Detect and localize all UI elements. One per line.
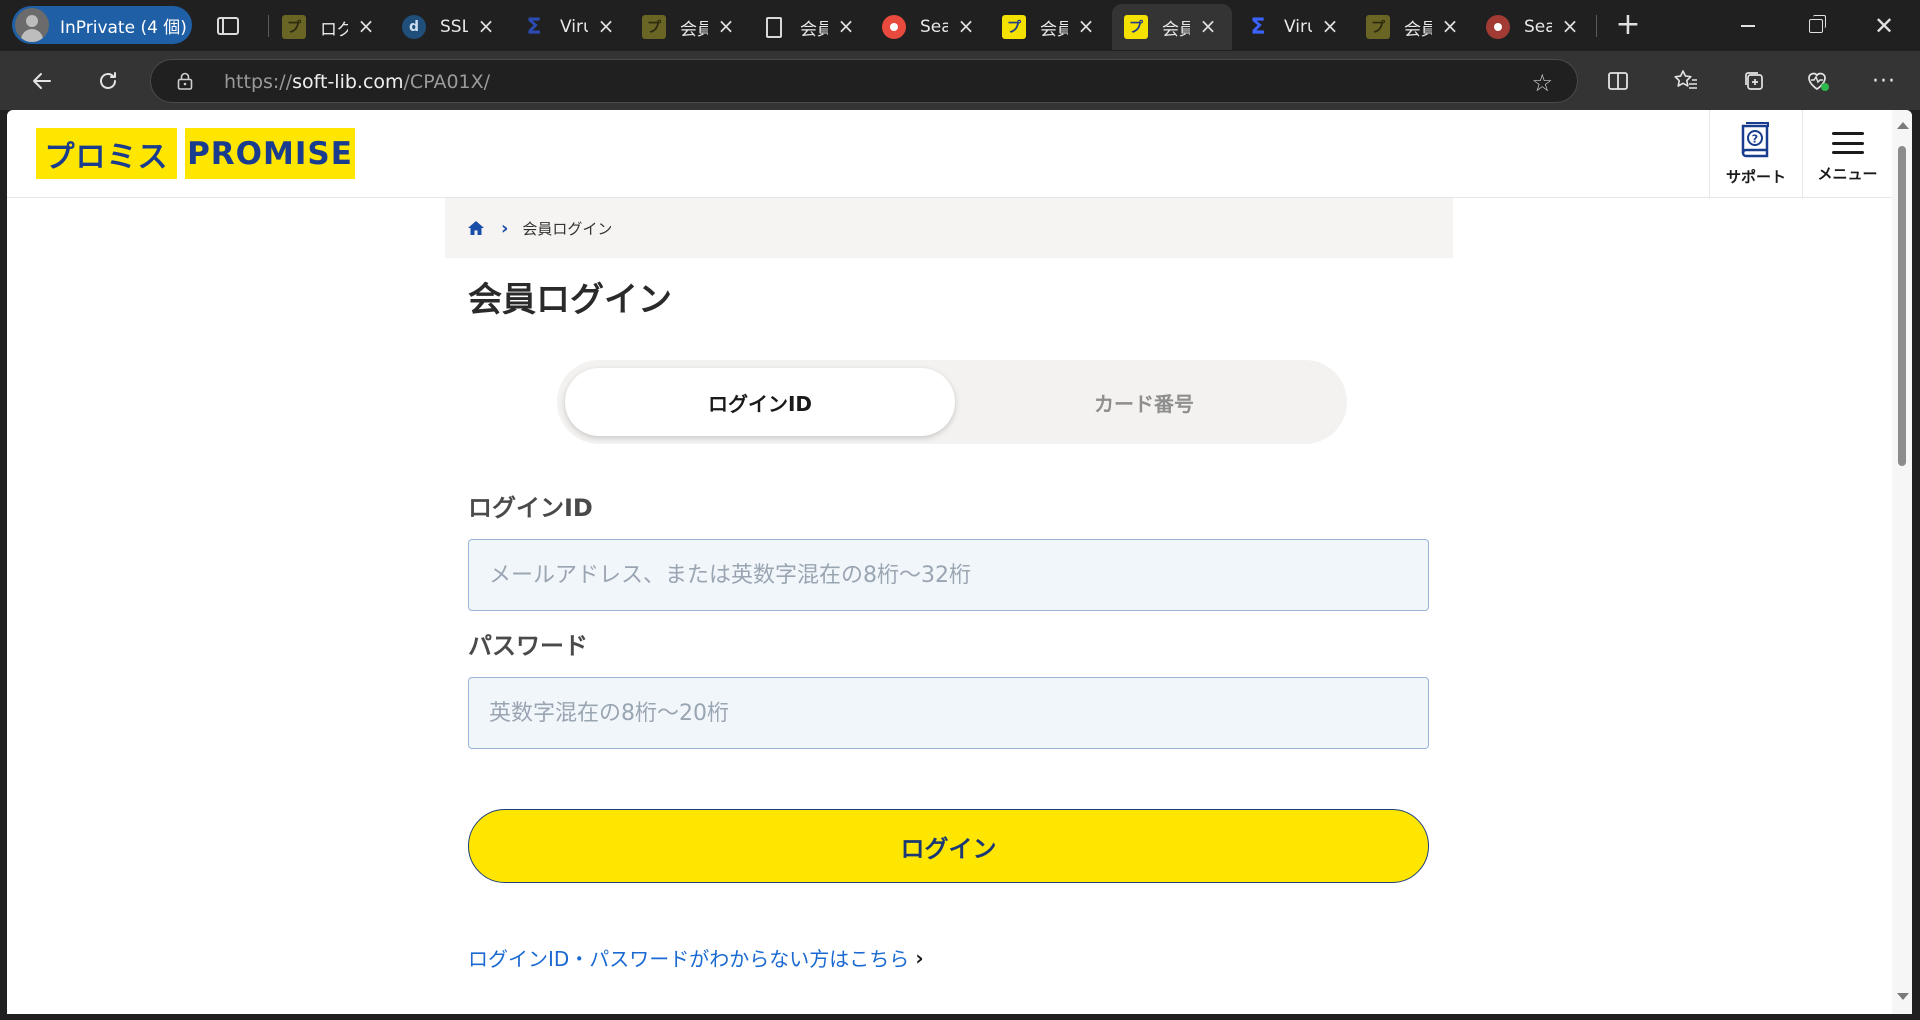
d-icon: d — [402, 15, 426, 39]
collections-icon[interactable] — [1734, 61, 1774, 101]
more-options-icon[interactable]: ··· — [1864, 61, 1904, 101]
tab-separator — [1596, 15, 1597, 37]
close-icon[interactable]: × — [1440, 16, 1460, 36]
close-icon[interactable]: × — [476, 16, 496, 36]
promise-logo[interactable]: プロミス PROMISE — [36, 128, 355, 179]
chevron-right-icon: › — [501, 217, 509, 239]
refresh-icon[interactable] — [88, 61, 128, 101]
page-viewport: プロミス PROMISE ? サポート メニュー › 会員ログイン 会員ログイン… — [7, 110, 1912, 1014]
scroll-up-arrow-icon[interactable] — [1897, 122, 1909, 129]
close-icon[interactable]: × — [1560, 16, 1580, 36]
scrollbar-thumb[interactable] — [1898, 146, 1906, 466]
virustotal-icon: Σ — [1250, 14, 1266, 40]
restore-icon[interactable] — [1786, 6, 1846, 46]
close-icon[interactable]: × — [1320, 16, 1340, 36]
close-icon[interactable]: × — [1198, 16, 1218, 36]
tab-title: 会員 — [800, 19, 828, 40]
tab-card-number[interactable]: カード番号 — [949, 368, 1339, 436]
document-icon — [762, 15, 786, 39]
profile-label: InPrivate (4 個) — [60, 17, 187, 38]
search-icon — [1486, 15, 1510, 39]
home-icon[interactable] — [467, 220, 485, 236]
browser-tab[interactable]: プ 会員 × — [990, 4, 1110, 50]
tab-title: SSL — [440, 17, 468, 37]
support-book-icon: ? — [1741, 122, 1769, 158]
virustotal-icon: Σ — [526, 14, 542, 40]
promise-icon: プ — [1366, 15, 1390, 39]
tab-title: Viru — [1284, 17, 1312, 37]
close-icon[interactable]: × — [356, 16, 376, 36]
login-id-input[interactable] — [468, 539, 1429, 611]
promise-icon: プ — [1002, 15, 1026, 39]
browser-tab[interactable]: プ 会員 × — [630, 4, 750, 50]
tab-title: 会員 — [1162, 19, 1190, 40]
tab-login-id[interactable]: ログインID — [565, 368, 955, 436]
support-button[interactable]: ? サポート — [1709, 110, 1802, 198]
forgot-credentials-text: ログインID・パスワードがわからない方はこちら — [468, 947, 910, 971]
favorite-star-icon[interactable]: ☆ — [1531, 69, 1553, 97]
search-icon — [882, 15, 906, 39]
login-button[interactable]: ログイン — [468, 809, 1429, 883]
hamburger-icon — [1831, 132, 1864, 154]
browser-tab[interactable]: d SSL × — [390, 4, 510, 50]
close-icon[interactable]: × — [836, 16, 856, 36]
tab-title: 会員 — [1040, 19, 1068, 40]
browser-tab[interactable]: 会員 × — [750, 4, 870, 50]
tab-separator — [268, 15, 269, 37]
tab-title: Sea — [920, 17, 948, 37]
promise-icon: プ — [642, 15, 666, 39]
browser-tab[interactable]: Σ Viru × — [510, 4, 630, 50]
page-scrollbar[interactable] — [1892, 110, 1912, 1014]
password-input[interactable] — [468, 677, 1429, 749]
close-icon[interactable]: × — [956, 16, 976, 36]
lock-icon[interactable] — [177, 72, 193, 90]
page-title: 会員ログイン — [468, 280, 672, 320]
scroll-down-arrow-icon[interactable] — [1897, 993, 1909, 1000]
browser-tab-active[interactable]: プ 会員 × — [1112, 4, 1232, 50]
forgot-credentials-link[interactable]: ログインID・パスワードがわからない方はこちら › — [468, 943, 924, 972]
tab-title: Viru — [560, 17, 588, 37]
chevron-right-icon: › — [915, 945, 924, 970]
logo-en: PROMISE — [185, 128, 355, 179]
breadcrumb: › 会員ログイン — [445, 198, 1453, 258]
browser-tab[interactable]: プ ログイ × — [270, 4, 390, 50]
promise-icon: プ — [282, 15, 306, 39]
login-method-switch: ログインID カード番号 — [557, 360, 1347, 444]
browser-tab[interactable]: Sea × — [1474, 4, 1594, 50]
menu-button[interactable]: メニュー — [1802, 110, 1892, 198]
promise-icon: プ — [1124, 15, 1148, 39]
browser-toolbar: https://soft-lib.com/CPA01X/ ☆ ··· — [0, 51, 1920, 110]
new-tab-plus-icon[interactable]: + — [1612, 10, 1644, 42]
svg-text:?: ? — [1752, 133, 1758, 146]
tab-actions-menu-icon[interactable] — [212, 10, 244, 42]
login-id-label: ログインID — [468, 494, 593, 522]
split-screen-icon[interactable] — [1598, 61, 1638, 101]
url-text: https://soft-lib.com/CPA01X/ — [224, 71, 491, 93]
close-icon[interactable]: × — [596, 16, 616, 36]
tab-title: 会員 — [680, 19, 708, 40]
window-close-icon[interactable]: ✕ — [1854, 6, 1914, 46]
close-icon[interactable]: × — [716, 16, 736, 36]
profile-button[interactable]: InPrivate (4 個) — [12, 6, 192, 44]
browser-tab[interactable]: Σ Viru × — [1234, 4, 1354, 50]
menu-label: メニュー — [1817, 165, 1878, 183]
browser-tab-strip: InPrivate (4 個) プ ログイ × d SSL × Σ Viru ×… — [0, 0, 1920, 51]
close-icon[interactable]: × — [1076, 16, 1096, 36]
site-header: プロミス PROMISE ? サポート メニュー — [7, 110, 1892, 198]
browser-tab[interactable]: プ 会員 × — [1354, 4, 1474, 50]
tab-title: Sea — [1524, 17, 1552, 37]
address-bar[interactable]: https://soft-lib.com/CPA01X/ ☆ — [150, 59, 1578, 103]
browser-tab[interactable]: Sea × — [870, 4, 990, 50]
password-label: パスワード — [468, 632, 588, 660]
breadcrumb-current: 会員ログイン — [522, 219, 613, 238]
tab-title: 会員 — [1404, 19, 1432, 40]
favorites-icon[interactable] — [1666, 61, 1706, 101]
back-arrow-icon[interactable] — [22, 61, 62, 101]
tab-title: ログイ — [320, 19, 348, 40]
support-label: サポート — [1725, 168, 1786, 186]
browser-essentials-icon[interactable] — [1798, 61, 1838, 101]
logo-jp: プロミス — [36, 128, 177, 179]
avatar-icon — [15, 8, 49, 42]
minimize-icon[interactable] — [1718, 6, 1778, 46]
